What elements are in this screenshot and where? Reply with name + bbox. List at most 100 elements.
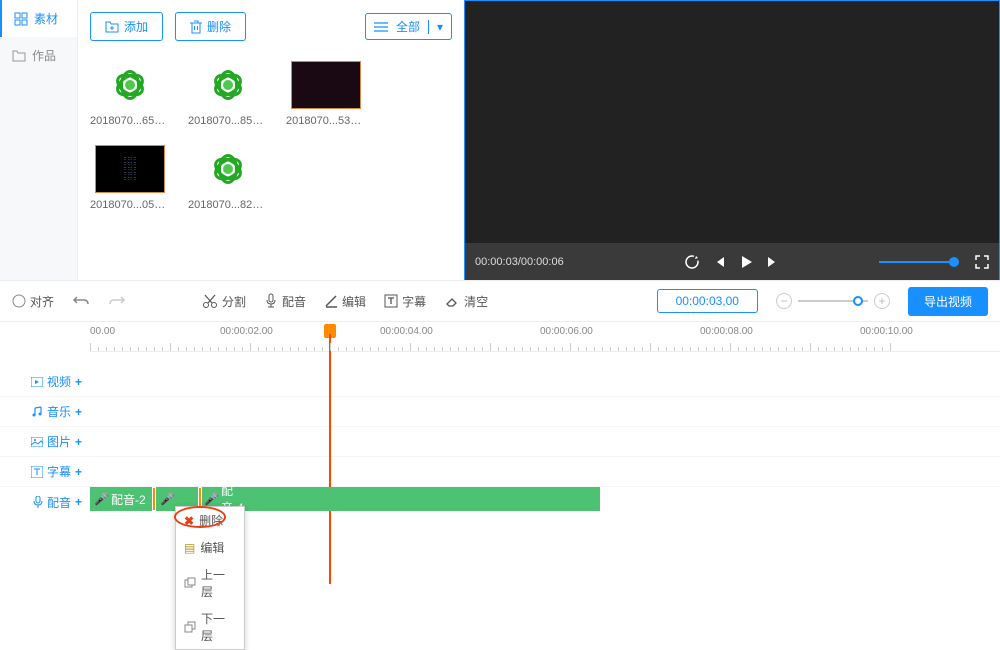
grid-icon: [14, 12, 28, 26]
ruler-label: 00:00:04.00: [380, 326, 433, 337]
media-panel: 添加 删除 全部 ▾ 2018070...653.mp4: [78, 0, 464, 280]
eraser-icon: [444, 294, 460, 308]
track-video: 视频 +: [0, 367, 1000, 397]
align-button[interactable]: 对齐: [12, 293, 54, 310]
zoom-in-button[interactable]: +: [874, 293, 890, 309]
media-filename: 2018070...653.mp4: [90, 115, 170, 127]
ruler-label: 00.00: [90, 326, 115, 337]
add-voice-track-button[interactable]: 配音 +: [0, 494, 90, 511]
ruler[interactable]: 00.00 00:00:02.00 00:00:04.00 00:00:06.0…: [90, 322, 1000, 352]
ruler-label: 00:00:02.00: [220, 326, 273, 337]
sidebar-tab-works[interactable]: 作品: [0, 37, 77, 74]
ruler-label: 00:00:06.00: [540, 326, 593, 337]
layer-down-icon: [184, 621, 196, 633]
image-icon: [31, 437, 43, 447]
edit-icon: ▤: [184, 541, 195, 555]
menu-layer-up[interactable]: 上一层: [176, 561, 244, 605]
zoom-controls: − +: [776, 293, 890, 309]
audio-clips[interactable]: 🎤 配音-2 🎤 🎤 配音-4: [90, 487, 600, 511]
media-filename: 2018070...053.mp4: [90, 199, 170, 211]
context-menu: ✖ 删除 ▤ 编辑 上一层 下一层: [175, 506, 245, 650]
delete-button[interactable]: 删除: [175, 12, 246, 41]
time-input[interactable]: 00:00:03,00: [657, 289, 758, 313]
media-filename: 2018070...536.mp4: [286, 115, 366, 127]
folder-icon: [12, 50, 26, 62]
ruler-label: 00:00:10.00: [860, 326, 913, 337]
track-subtitle: 字幕 +: [0, 457, 1000, 487]
add-button[interactable]: 添加: [90, 12, 163, 41]
thumbnail: [95, 61, 165, 109]
preview-controls: 00:00:03/00:00:06: [465, 243, 999, 280]
prev-button[interactable]: [712, 255, 726, 269]
media-filename: 2018070...857.mp4: [188, 115, 268, 127]
tab-label: 素材: [34, 10, 58, 27]
media-item[interactable]: 2018070...653.mp4: [90, 61, 170, 127]
mic-icon: 🎤: [204, 492, 219, 506]
thumbnail: [291, 61, 361, 109]
trash-icon: [190, 20, 202, 34]
preview-panel: 00:00:03/00:00:06: [464, 0, 1000, 280]
editor-toolbar: 对齐 分割 配音 编辑 字幕 清空 00:00:03,00 − + 导出视频: [0, 280, 1000, 322]
subtitle-button[interactable]: 字幕: [384, 293, 426, 310]
media-grid: 2018070...653.mp4 2018070...857.mp4 2018…: [90, 61, 452, 211]
undo-button[interactable]: [72, 294, 90, 308]
zoom-slider[interactable]: [798, 300, 868, 302]
chevron-down-icon: ▾: [428, 20, 443, 34]
time-display: 00:00:03/00:00:06: [475, 256, 564, 268]
list-icon: [374, 22, 388, 32]
media-toolbar: 添加 删除 全部 ▾: [90, 12, 452, 41]
text-icon: [31, 466, 43, 478]
track-music: 音乐 +: [0, 397, 1000, 427]
tab-label: 作品: [32, 47, 56, 64]
video-icon: [31, 377, 43, 387]
mic-icon: 🎤: [160, 492, 175, 506]
filter-dropdown[interactable]: 全部 ▾: [365, 13, 452, 40]
mic-icon: 🎤: [94, 492, 109, 506]
track-image: 图片 +: [0, 427, 1000, 457]
ruler-label: 00:00:08.00: [700, 326, 753, 337]
thumbnail: :: ::: :::: ::: :::: ::: :::: ::: :::: :…: [95, 145, 165, 193]
sidebar: 素材 作品: [0, 0, 78, 280]
edit-button[interactable]: 编辑: [324, 293, 366, 310]
add-subtitle-track-button[interactable]: 字幕 +: [0, 463, 90, 480]
media-item[interactable]: 2018070...536.mp4: [286, 61, 366, 127]
export-button[interactable]: 导出视频: [908, 287, 988, 316]
thumbnail: [193, 145, 263, 193]
add-music-track-button[interactable]: 音乐 +: [0, 403, 90, 420]
scissors-icon: [202, 293, 218, 309]
record-button[interactable]: 配音: [264, 293, 306, 310]
mic-icon: [33, 496, 43, 509]
thumbnail: [193, 61, 263, 109]
clear-button[interactable]: 清空: [444, 293, 488, 310]
preview-video[interactable]: [465, 1, 999, 243]
layer-up-icon: [184, 577, 196, 589]
volume-slider[interactable]: [879, 261, 959, 263]
pencil-icon: [324, 294, 338, 308]
text-icon: [384, 294, 398, 308]
mic-icon: [264, 293, 278, 309]
redo-button[interactable]: [108, 294, 126, 308]
media-item[interactable]: 2018070...857.mp4: [188, 61, 268, 127]
media-filename: 2018070...826.mp4: [188, 199, 268, 211]
sidebar-tab-material[interactable]: 素材: [0, 0, 77, 37]
loop-button[interactable]: [684, 254, 700, 270]
timeline: 00.00 00:00:02.00 00:00:04.00 00:00:06.0…: [0, 322, 1000, 582]
zoom-out-button[interactable]: −: [776, 293, 792, 309]
next-button[interactable]: [766, 255, 780, 269]
play-button[interactable]: [738, 254, 754, 270]
menu-delete[interactable]: ✖ 删除: [176, 507, 244, 534]
add-video-track-button[interactable]: 视频 +: [0, 373, 90, 390]
add-image-track-button[interactable]: 图片 +: [0, 433, 90, 450]
split-button[interactable]: 分割: [202, 293, 246, 310]
audio-clip[interactable]: 🎤 配音-2: [90, 491, 152, 508]
audio-clip[interactable]: 🎤: [156, 492, 196, 506]
menu-edit[interactable]: ▤ 编辑: [176, 534, 244, 561]
fullscreen-button[interactable]: [975, 255, 989, 269]
add-folder-icon: [105, 21, 119, 33]
music-icon: [31, 406, 43, 418]
menu-layer-down[interactable]: 下一层: [176, 605, 244, 649]
media-item[interactable]: :: ::: :::: ::: :::: ::: :::: ::: :::: :…: [90, 145, 170, 211]
x-icon: ✖: [184, 514, 194, 528]
media-item[interactable]: 2018070...826.mp4: [188, 145, 268, 211]
track-voice: 配音 + 🎤 配音-2 🎤 🎤 配音-4: [0, 487, 1000, 517]
